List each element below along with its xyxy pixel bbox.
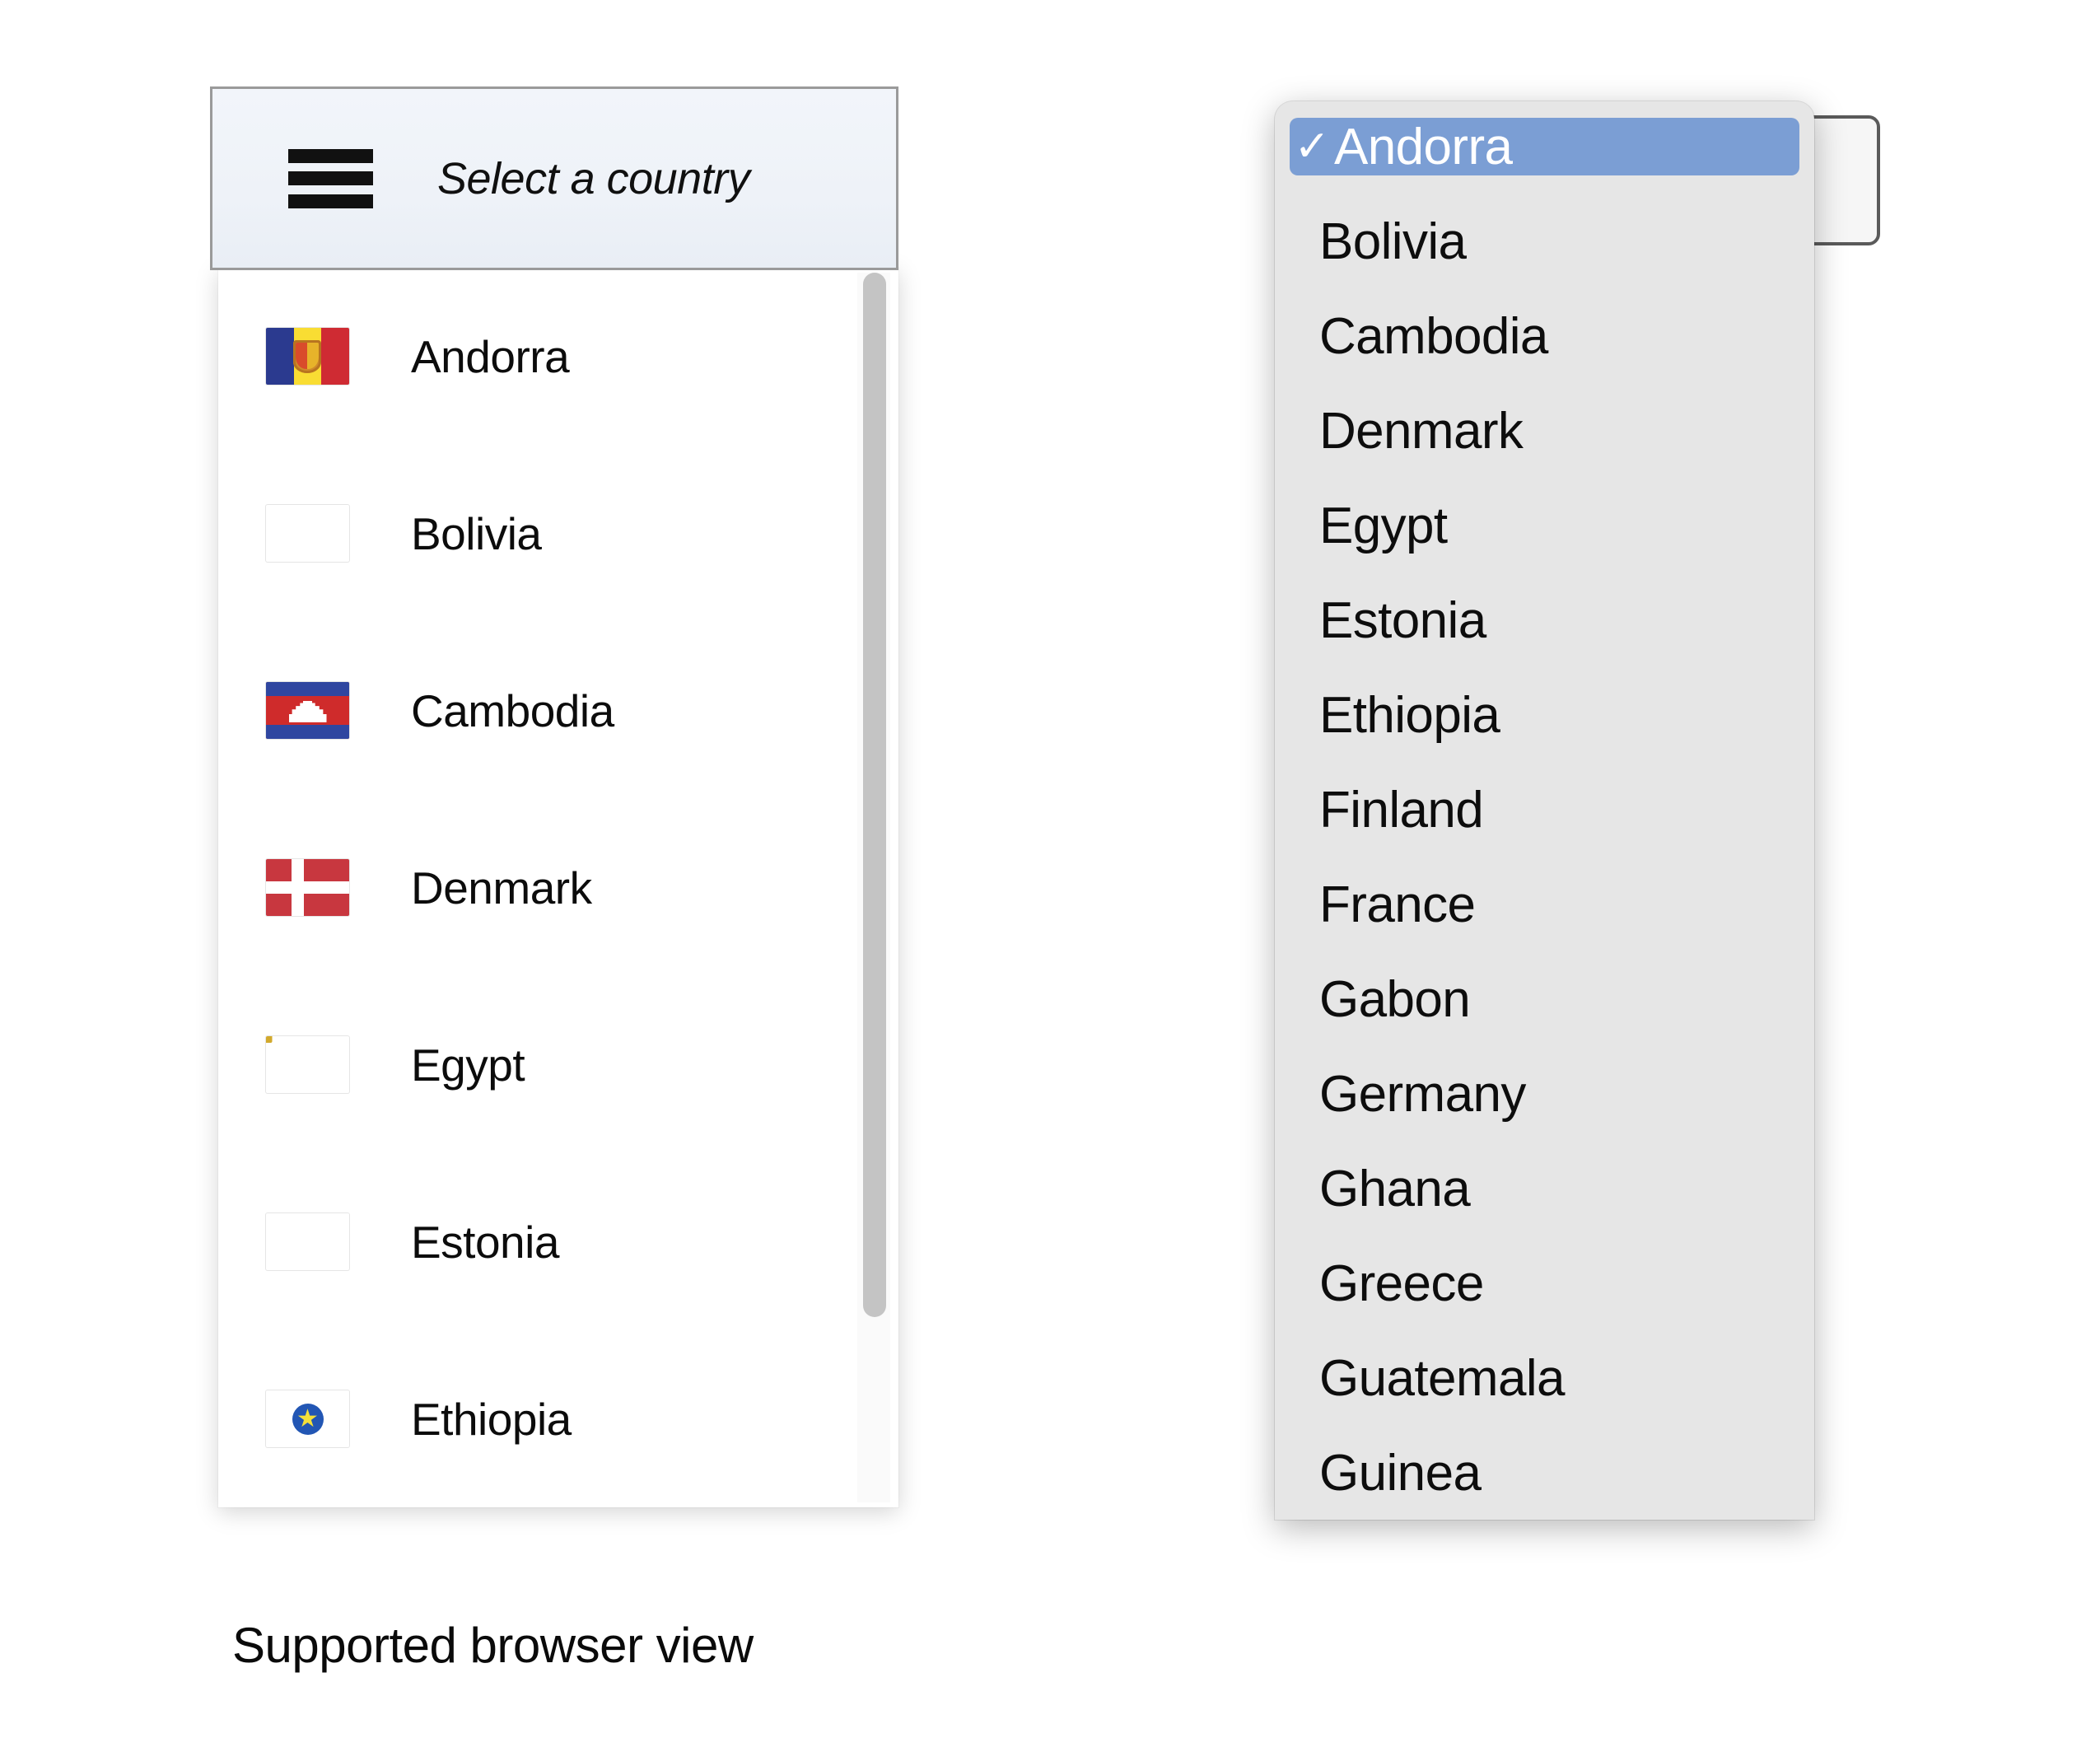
country-label: Estonia — [411, 1216, 559, 1268]
list-item[interactable]: Bolivia — [218, 445, 898, 622]
hamburger-bar-3 — [288, 194, 373, 208]
native-option[interactable]: Gabon — [1290, 970, 1799, 1028]
list-item[interactable]: Cambodia — [218, 622, 898, 799]
country-label: Andorra — [411, 330, 570, 382]
native-option-label: Andorra — [1334, 118, 1513, 175]
country-listbox[interactable]: Andorra Bolivia Cambodia Denmark Egypt E… — [218, 268, 898, 1507]
country-label: Bolivia — [411, 507, 542, 559]
native-option-label: Estonia — [1319, 591, 1486, 649]
native-option[interactable]: Egypt — [1290, 497, 1799, 554]
native-option-label: France — [1319, 876, 1476, 933]
native-option-label: Gabon — [1319, 970, 1471, 1028]
country-label: Denmark — [411, 862, 592, 913]
native-option[interactable]: Bolivia — [1290, 213, 1799, 270]
native-option-label: Denmark — [1319, 402, 1524, 460]
list-item[interactable]: Egypt — [218, 976, 898, 1153]
check-icon: ✓ — [1294, 123, 1331, 171]
list-item[interactable]: Denmark — [218, 799, 898, 976]
listbox-scrollbar[interactable] — [857, 273, 890, 1502]
native-option[interactable]: Finland — [1290, 781, 1799, 839]
native-select-popup[interactable]: ✓ Andorra Bolivia Cambodia Denmark Egypt… — [1275, 101, 1814, 1520]
hamburger-bar-1 — [288, 148, 373, 163]
egypt-flag-icon — [266, 1036, 349, 1093]
estonia-flag-icon — [266, 1213, 349, 1270]
native-option[interactable]: France — [1290, 876, 1799, 933]
native-option[interactable]: Denmark — [1290, 402, 1799, 460]
unsupported-browser-demo: ⌄ ✓ Andorra Bolivia Cambodia Denmark Egy… — [1050, 0, 2100, 1752]
list-item[interactable]: Estonia — [218, 1153, 898, 1330]
native-option-label: Egypt — [1319, 497, 1448, 554]
native-option-label: Bolivia — [1319, 213, 1467, 270]
native-option-label: Ethiopia — [1319, 686, 1500, 744]
native-option[interactable]: Ghana — [1290, 1160, 1799, 1217]
country-combobox: Select a country Andorra Bolivia Cambodi… — [210, 86, 898, 1507]
country-label: Cambodia — [411, 684, 614, 736]
native-option[interactable]: Germany — [1290, 1065, 1799, 1123]
andorra-flag-icon — [266, 328, 349, 385]
supported-browser-demo: Select a country Andorra Bolivia Cambodi… — [0, 0, 1050, 1752]
native-option[interactable]: Cambodia — [1290, 307, 1799, 365]
native-option[interactable]: Ethiopia — [1290, 686, 1799, 744]
native-option-label: Greece — [1319, 1254, 1484, 1312]
native-option-label: Finland — [1319, 781, 1484, 839]
cambodia-flag-icon — [266, 682, 349, 739]
native-option[interactable]: Guatemala — [1290, 1349, 1799, 1407]
native-option-label: Guatemala — [1319, 1349, 1565, 1407]
native-option-label: Cambodia — [1319, 307, 1548, 365]
hamburger-bar-2 — [288, 171, 373, 185]
native-option-label: Germany — [1319, 1065, 1526, 1123]
country-label: Egypt — [411, 1039, 525, 1091]
ethiopia-flag-icon: ★ — [266, 1390, 349, 1447]
denmark-flag-icon — [266, 859, 349, 916]
bolivia-flag-icon — [266, 505, 349, 562]
hamburger-menu-icon — [288, 148, 373, 208]
native-option[interactable]: Greece — [1290, 1254, 1799, 1312]
country-label: Ethiopia — [411, 1393, 572, 1445]
native-option-selected[interactable]: ✓ Andorra — [1290, 118, 1799, 175]
combobox-placeholder-label: Select a country — [437, 153, 750, 203]
list-item[interactable]: ★ Ethiopia — [218, 1330, 898, 1507]
combobox-header-button[interactable]: Select a country — [210, 86, 898, 270]
caption-supported: Supported browser view — [232, 1618, 754, 1673]
scrollbar-thumb[interactable] — [863, 273, 886, 1317]
native-option[interactable]: Guinea — [1290, 1444, 1799, 1502]
native-option-label: Ghana — [1319, 1160, 1471, 1217]
list-item[interactable]: Andorra — [218, 268, 898, 445]
native-option[interactable]: Estonia — [1290, 591, 1799, 649]
native-option-label: Guinea — [1319, 1444, 1482, 1502]
